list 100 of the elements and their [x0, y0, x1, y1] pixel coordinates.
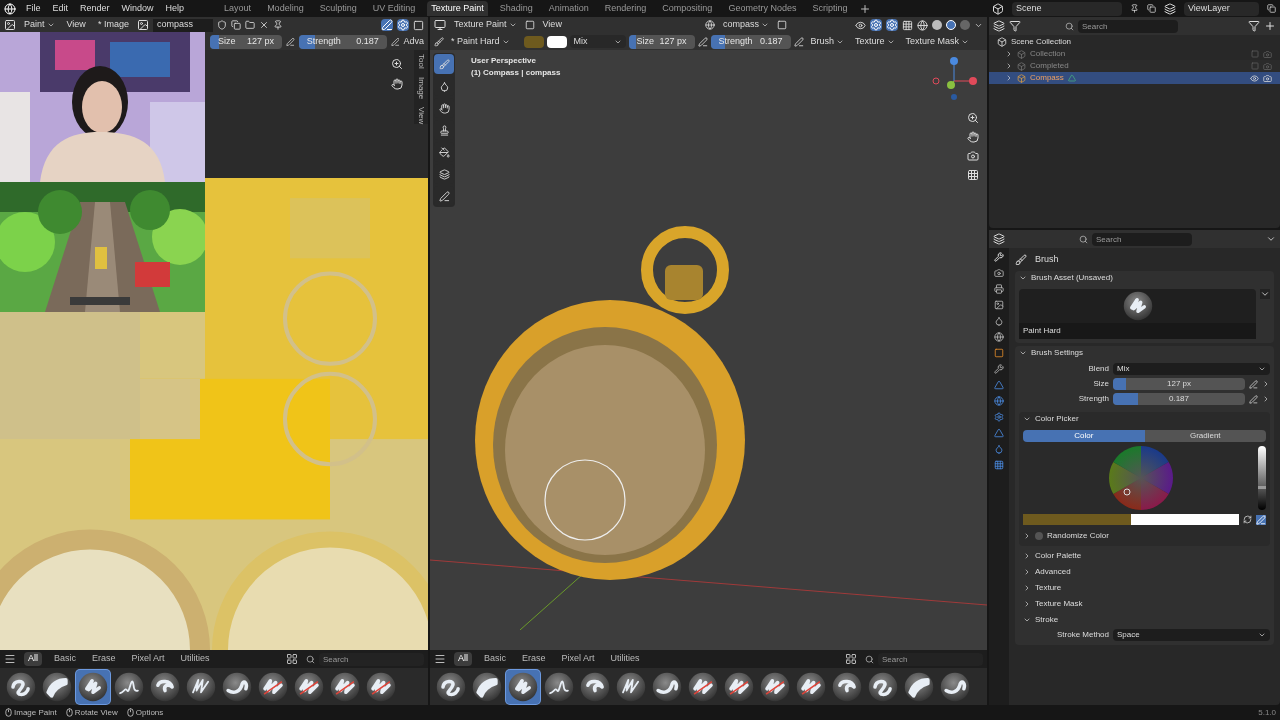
workspace-tab[interactable]: Layout [220, 1, 256, 16]
workspace-tab[interactable]: Rendering [600, 1, 651, 16]
tool-icon[interactable] [994, 252, 1004, 262]
grid-view-icon[interactable] [845, 653, 857, 665]
menu-item[interactable]: View [538, 18, 566, 32]
pressure-icon[interactable] [1249, 394, 1258, 404]
image-icon[interactable] [994, 300, 1004, 310]
shelf-tab[interactable]: Utilities [176, 652, 214, 666]
stroke-method-dropdown[interactable]: Space [1113, 629, 1270, 641]
duplicate-icon[interactable] [1267, 4, 1276, 13]
mesh-data-icon[interactable] [994, 428, 1004, 438]
pan-icon[interactable] [391, 78, 403, 90]
duplicate-icon[interactable] [1147, 4, 1156, 13]
shelf-tab[interactable]: Basic [50, 652, 81, 666]
grid-icon[interactable] [967, 169, 979, 181]
outliner-row[interactable]: Collection [989, 48, 1280, 60]
material-shading-icon[interactable] [946, 20, 956, 30]
checkbox-icon[interactable] [1251, 50, 1259, 58]
zoom-icon[interactable] [967, 112, 979, 124]
pressure-icon[interactable] [286, 36, 295, 47]
workspace-tab[interactable]: Sculpting [315, 1, 361, 16]
shelf-tab[interactable]: Erase [88, 652, 120, 666]
color-swatch[interactable] [1131, 514, 1239, 525]
tool-button[interactable] [434, 54, 454, 74]
workspace-tab[interactable]: Scripting [808, 1, 852, 16]
checkbox-icon[interactable] [1251, 62, 1259, 70]
header-menu[interactable]: Brush [806, 34, 849, 49]
workspace-tab[interactable]: Texture Paint [427, 1, 488, 16]
search-field[interactable]: Search [1092, 232, 1192, 246]
size-slider[interactable]: Size 127 px [628, 34, 695, 49]
scene-selector[interactable]: Scene [1012, 1, 1122, 16]
color-swatch[interactable] [523, 35, 544, 48]
search-field[interactable]: Search [878, 652, 983, 666]
image-name-field[interactable]: compass [152, 18, 213, 32]
search-field[interactable]: Search [319, 652, 424, 666]
brush-thumbnail[interactable] [76, 669, 110, 704]
wrench-icon[interactable] [994, 364, 1004, 374]
panel-header[interactable]: Brush Asset (Unsaved) [1019, 271, 1270, 285]
workspace-tab[interactable]: UV Editing [368, 1, 420, 16]
panel-header[interactable]: Advanced [1019, 565, 1270, 578]
editor-type-icon[interactable] [993, 233, 1005, 245]
workspace-tab[interactable]: Modeling [263, 1, 308, 16]
visibility-icon[interactable] [855, 19, 866, 31]
panel-header[interactable]: Texture [1019, 581, 1270, 594]
editor-type-icon[interactable] [434, 19, 446, 31]
visibility-icon[interactable] [1250, 73, 1259, 83]
menu-item[interactable]: Render [78, 1, 112, 16]
brightness-slider[interactable] [1258, 446, 1266, 510]
picker-tab[interactable]: Color [1023, 430, 1145, 442]
pressure-icon[interactable] [1249, 379, 1258, 389]
shelf-tab[interactable]: All [454, 652, 472, 666]
swap-colors-icon[interactable] [1243, 515, 1252, 524]
scene-icon[interactable] [992, 2, 1004, 15]
close-icon[interactable] [258, 20, 269, 30]
blend-dropdown[interactable]: Mix [569, 35, 626, 48]
view-layer-icon[interactable] [1164, 2, 1176, 15]
pin-icon[interactable] [1130, 4, 1139, 13]
mode-dropdown[interactable]: Texture Paint [450, 18, 521, 32]
droplet-icon[interactable] [994, 316, 1004, 326]
duplicate-icon[interactable] [230, 20, 241, 30]
menu-item[interactable]: Edit [50, 1, 71, 16]
editor-type-icon[interactable] [4, 19, 16, 31]
sidebar-tab[interactable]: Tool [415, 54, 427, 69]
shelf-tab[interactable]: Pixel Art [127, 652, 169, 666]
pressure-icon[interactable] [390, 36, 400, 47]
object-dropdown[interactable]: compass [719, 18, 773, 32]
outliner-row[interactable]: Compass [989, 72, 1280, 84]
shelf-tab[interactable]: Erase [518, 652, 550, 666]
shelf-tab[interactable]: All [24, 652, 42, 666]
menu-icon[interactable] [434, 653, 446, 665]
color-wheel[interactable] [1108, 446, 1173, 510]
shelf-tab[interactable]: Utilities [606, 652, 644, 666]
panel-header[interactable]: Brush Settings [1019, 346, 1270, 360]
shelf-tab[interactable]: Basic [480, 652, 511, 666]
menu-item[interactable]: Window [119, 1, 156, 16]
menu-item[interactable]: File [24, 1, 43, 16]
menu-item[interactable]: Adva [403, 34, 424, 49]
workspace-tab[interactable]: Geometry Nodes [724, 1, 801, 16]
panel-header[interactable]: Color Palette [1019, 549, 1270, 562]
shelf-tab[interactable]: Pixel Art [557, 652, 599, 666]
slider-thumb[interactable] [1258, 485, 1266, 489]
checkbox[interactable] [1035, 531, 1043, 540]
sidebar-tab[interactable]: View [415, 106, 427, 125]
globe-icon[interactable] [994, 332, 1004, 342]
picker-tab[interactable]: Gradient [1144, 430, 1266, 442]
camera-icon[interactable] [994, 268, 1004, 278]
solid-shading-icon[interactable] [932, 20, 942, 30]
expand-icon[interactable] [1260, 289, 1270, 299]
filter-icon[interactable] [1248, 20, 1260, 32]
workspace-tab[interactable]: Animation [544, 1, 593, 16]
navigation-gizmo-icon[interactable] [931, 55, 977, 101]
panel-header[interactable]: Stroke [1019, 613, 1270, 626]
menu-item[interactable]: View [62, 18, 90, 32]
value-slider[interactable]: 127 px [1113, 378, 1245, 390]
menu-item[interactable]: Help [163, 1, 187, 16]
grid-view-icon[interactable] [286, 653, 298, 665]
panel-header[interactable]: Texture Mask [1019, 597, 1270, 610]
pan-icon[interactable] [967, 131, 979, 143]
color-swatch[interactable] [1023, 514, 1131, 525]
search-field[interactable]: Search [1078, 19, 1178, 33]
